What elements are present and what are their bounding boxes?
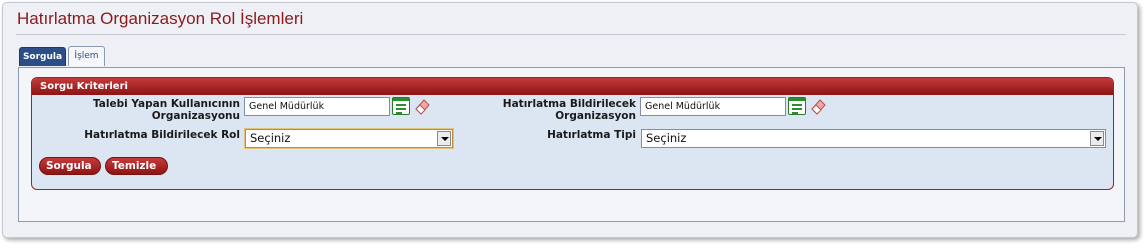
query-button[interactable]: Sorgula [39, 157, 101, 175]
criteria-box: Sorgu Kriterleri Talebi Yapan Kullanıcın… [31, 77, 1114, 190]
page-title: Hatırlatma Organizasyon Rol İşlemleri [17, 9, 304, 28]
requesting-org-label: Talebi Yapan Kullanıcının Organizasyonu [42, 98, 240, 122]
reminder-type-label: Hatırlatma Tipi [547, 129, 636, 141]
requesting-org-label-line2: Organizasyonu [151, 110, 240, 122]
tab-sorgula[interactable]: Sorgula [19, 47, 66, 66]
window-frame: Hatırlatma Organizasyon Rol İşlemleri So… [2, 2, 1138, 238]
eraser-icon[interactable] [412, 96, 432, 116]
chevron-down-icon[interactable] [437, 131, 451, 146]
requesting-org-label-line1: Talebi Yapan Kullanıcının [93, 98, 240, 110]
title-divider [16, 34, 1126, 35]
chevron-down-icon[interactable] [1090, 131, 1104, 146]
requesting-org-field[interactable]: Genel Müdürlük [244, 97, 390, 116]
clear-button[interactable]: Temizle [105, 157, 168, 175]
list-picker-icon[interactable] [392, 97, 410, 115]
notify-role-label: Hatırlatma Bildirilecek Rol [84, 129, 240, 141]
notify-org-label-line2: Organizasyon [555, 110, 636, 122]
notify-org-label: Hatırlatma Bildirilecek Organizasyon [472, 98, 636, 122]
notify-org-field[interactable]: Genel Müdürlük [640, 97, 786, 116]
reminder-type-select[interactable]: Seçiniz [641, 129, 1106, 148]
notify-role-select[interactable]: Seçiniz [245, 129, 453, 148]
criteria-header: Sorgu Kriterleri [32, 78, 1113, 95]
notify-org-label-line1: Hatırlatma Bildirilecek [502, 98, 636, 110]
tab-panel: Sorgu Kriterleri Talebi Yapan Kullanıcın… [18, 67, 1125, 222]
eraser-icon[interactable] [808, 96, 828, 116]
notify-role-selected: Seçiniz [250, 131, 291, 145]
tab-islem[interactable]: İşlem [68, 46, 105, 66]
reminder-type-selected: Seçiniz [646, 131, 687, 145]
list-picker-icon[interactable] [788, 97, 806, 115]
